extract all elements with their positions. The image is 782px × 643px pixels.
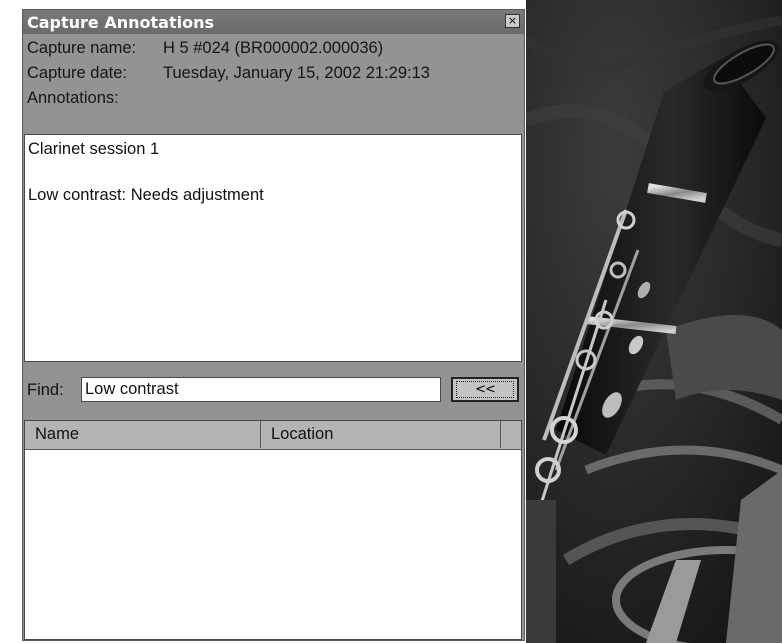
annotation-line [28, 161, 518, 184]
capture-name-label: Capture name: [27, 39, 137, 57]
clarinet-photo-image [526, 0, 782, 643]
capture-name-value: H 5 #024 (BR000002.000036) [163, 39, 384, 57]
capture-annotations-window: Capture Annotations × Capture name: H 5 #… [22, 9, 525, 641]
results-header: Name Location [25, 421, 521, 450]
capture-name-row: Capture name: H 5 #024 (BR000002.000036) [27, 39, 383, 58]
find-input[interactable]: Low contrast [81, 377, 441, 402]
find-label: Find: [27, 381, 64, 399]
capture-date-label: Capture date: [27, 64, 127, 82]
title-bar[interactable]: Capture Annotations × [23, 10, 524, 34]
find-back-button[interactable]: << [451, 377, 519, 402]
window-title: Capture Annotations [27, 13, 214, 32]
annotation-line: Low contrast: Needs adjustment [28, 186, 264, 204]
column-header-filler [501, 421, 521, 448]
capture-date-value: Tuesday, January 15, 2002 21:29:13 [163, 64, 430, 82]
column-header-location[interactable]: Location [261, 421, 501, 448]
find-back-button-label: << [456, 381, 514, 398]
column-header-name[interactable]: Name [25, 421, 261, 448]
close-button[interactable]: × [505, 14, 520, 28]
annotations-textarea[interactable]: Clarinet session 1 Low contrast: Needs a… [24, 134, 522, 362]
capture-date-row: Capture date: Tuesday, January 15, 2002 2… [27, 64, 430, 83]
clarinet-photo [526, 0, 782, 643]
annotation-line: Clarinet session 1 [28, 140, 160, 158]
close-icon: × [507, 14, 518, 27]
annotations-label: Annotations: [27, 89, 119, 107]
results-list[interactable]: Name Location [24, 420, 522, 640]
